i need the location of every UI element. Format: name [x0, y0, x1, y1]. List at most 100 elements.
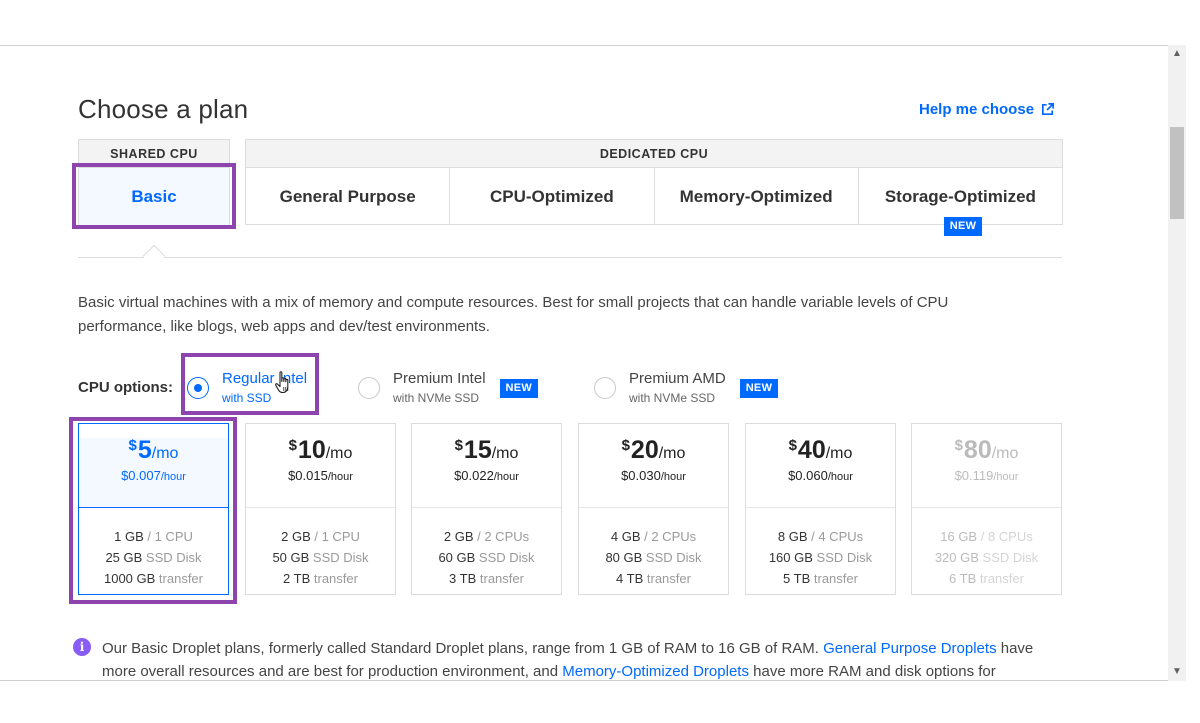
hand-pointer-icon [275, 371, 289, 394]
radio-button[interactable] [187, 377, 209, 399]
monthly-price: 80 [963, 436, 992, 464]
tab-label: Storage-Optimized [884, 187, 1036, 206]
option-title: Premium AMD [629, 370, 726, 387]
tabs-underline [78, 257, 1062, 258]
new-badge: NEW [739, 379, 779, 398]
shared-cpu-group: SHARED CPU Basic [78, 139, 230, 225]
transfer-unit: transfer [976, 571, 1024, 586]
price-period: /mo [325, 445, 353, 462]
plan-card-10[interactable]: $10/mo $0.015/hour 2 GB / 1 CPU 50 GB SS… [245, 423, 396, 595]
scroll-up-arrow-icon[interactable]: ▲ [1168, 45, 1186, 63]
plan-info-note: i Our Basic Droplet plans, formerly call… [73, 637, 1063, 683]
transfer-value: 1000 GB [103, 571, 156, 586]
hourly-price: $0.119 [954, 468, 994, 483]
disk-unit: SSD Disk [309, 550, 369, 565]
transfer-unit: transfer [643, 571, 691, 586]
help-me-choose-link[interactable]: Help me choose [919, 101, 1055, 118]
hourly-unit: /hour [827, 471, 853, 483]
currency-symbol: $ [128, 437, 137, 454]
cpu-option-premium-intel[interactable]: Premium Intel with NVMe SSD NEW [358, 370, 539, 406]
monthly-price: 10 [297, 436, 326, 464]
disk-unit: SSD Disk [812, 550, 873, 565]
disk-value: 25 GB [105, 550, 143, 565]
hourly-price: $0.060 [788, 468, 828, 483]
hourly-unit: /hour [993, 471, 1019, 483]
disk-unit: SSD Disk [142, 550, 202, 565]
tab-general-purpose[interactable]: General Purpose [246, 168, 451, 225]
plan-description: Basic virtual machines with a mix of mem… [78, 294, 949, 335]
scroll-down-arrow-icon[interactable]: ▼ [1168, 663, 1186, 681]
top-divider [0, 45, 1168, 46]
price-period: /mo [825, 445, 853, 462]
option-subtitle: with NVMe SSD [393, 391, 480, 405]
plan-card-40[interactable]: $40/mo $0.060/hour 8 GB / 4 CPUs 160 GB … [745, 423, 896, 595]
price-period: /mo [991, 445, 1019, 462]
price-period: /mo [491, 445, 519, 462]
hourly-unit: /hour [493, 471, 519, 483]
disk-value: 50 GB [272, 550, 310, 565]
hourly-unit: /hour [327, 471, 353, 483]
memory-value: 1 GB [114, 529, 144, 544]
memory-value: 8 GB [777, 529, 808, 544]
hourly-unit: /hour [160, 471, 186, 483]
memory-value: 2 GB [281, 529, 311, 544]
monthly-price: 20 [630, 436, 659, 464]
transfer-value: 2 TB [283, 571, 311, 586]
transfer-value: 4 TB [616, 571, 644, 586]
tab-memory-optimized[interactable]: Memory-Optimized [655, 168, 859, 225]
price-period: /mo [151, 445, 179, 462]
new-badge: NEW [943, 217, 983, 236]
tab-basic[interactable]: Basic [79, 168, 229, 225]
option-subtitle: with SSD [222, 391, 272, 405]
radio-button[interactable] [358, 377, 380, 399]
cpu-value: / 1 CPU [143, 529, 193, 544]
shared-cpu-header: SHARED CPU [79, 140, 229, 168]
option-title: Premium Intel [393, 370, 486, 387]
cpu-value: / 1 CPU [310, 529, 360, 544]
vertical-scrollbar[interactable]: ▲ ▼ [1168, 45, 1186, 681]
cpu-option-premium-amd[interactable]: Premium AMD with NVMe SSD NEW [594, 370, 779, 406]
transfer-unit: transfer [155, 571, 203, 586]
currency-symbol: $ [954, 437, 963, 454]
active-tab-pointer [142, 244, 166, 268]
new-badge: NEW [499, 379, 539, 398]
tab-label: General Purpose [279, 187, 416, 206]
transfer-value: 5 TB [783, 571, 811, 586]
page-title: Choose a plan [78, 94, 249, 124]
disk-value: 160 GB [768, 550, 813, 565]
disk-value: 320 GB [934, 550, 979, 565]
price-period: /mo [658, 445, 686, 462]
disk-unit: SSD Disk [475, 550, 535, 565]
tab-label: Memory-Optimized [679, 187, 833, 206]
scroll-thumb[interactable] [1170, 127, 1184, 219]
dedicated-cpu-header: DEDICATED CPU [246, 140, 1062, 168]
plan-card-5[interactable]: $5/mo $0.007/hour 1 GB / 1 CPU 25 GB SSD… [78, 423, 229, 595]
plan-card-20[interactable]: $20/mo $0.030/hour 4 GB / 2 CPUs 80 GB S… [578, 423, 729, 595]
tab-storage-optimized[interactable]: Storage-Optimized NEW [859, 168, 1062, 236]
currency-symbol: $ [454, 437, 463, 454]
memory-optimized-droplets-link[interactable]: Memory-Optimized Droplets [562, 663, 749, 680]
hourly-price: $0.030 [621, 468, 661, 483]
cpu-value: / 8 CPUs [977, 529, 1033, 544]
cpu-value: / 2 CPUs [473, 529, 530, 544]
option-subtitle: with NVMe SSD [629, 391, 716, 405]
info-text: Our Basic Droplet plans, formerly called… [102, 640, 824, 657]
disk-unit: SSD Disk [978, 550, 1039, 565]
hourly-price: $0.007 [121, 468, 161, 483]
radio-button[interactable] [594, 377, 616, 399]
disk-value: 80 GB [605, 550, 643, 565]
plan-card-80: $80/mo $0.119/hour 16 GB / 8 CPUs 320 GB… [911, 423, 1062, 595]
transfer-unit: transfer [810, 571, 858, 586]
general-purpose-droplets-link[interactable]: General Purpose Droplets [823, 640, 996, 657]
tab-cpu-optimized[interactable]: CPU-Optimized [450, 168, 655, 225]
plan-card-15[interactable]: $15/mo $0.022/hour 2 GB / 2 CPUs 60 GB S… [411, 423, 562, 595]
help-link-label: Help me choose [919, 101, 1035, 118]
currency-symbol: $ [621, 437, 630, 454]
currency-symbol: $ [788, 437, 797, 454]
dedicated-cpu-group: DEDICATED CPU General Purpose CPU-Optimi… [245, 139, 1063, 236]
memory-value: 16 GB [940, 529, 978, 544]
memory-value: 4 GB [610, 529, 641, 544]
monthly-price: 40 [797, 436, 826, 464]
option-title: Regular Intel [222, 370, 308, 387]
memory-value: 2 GB [443, 529, 474, 544]
